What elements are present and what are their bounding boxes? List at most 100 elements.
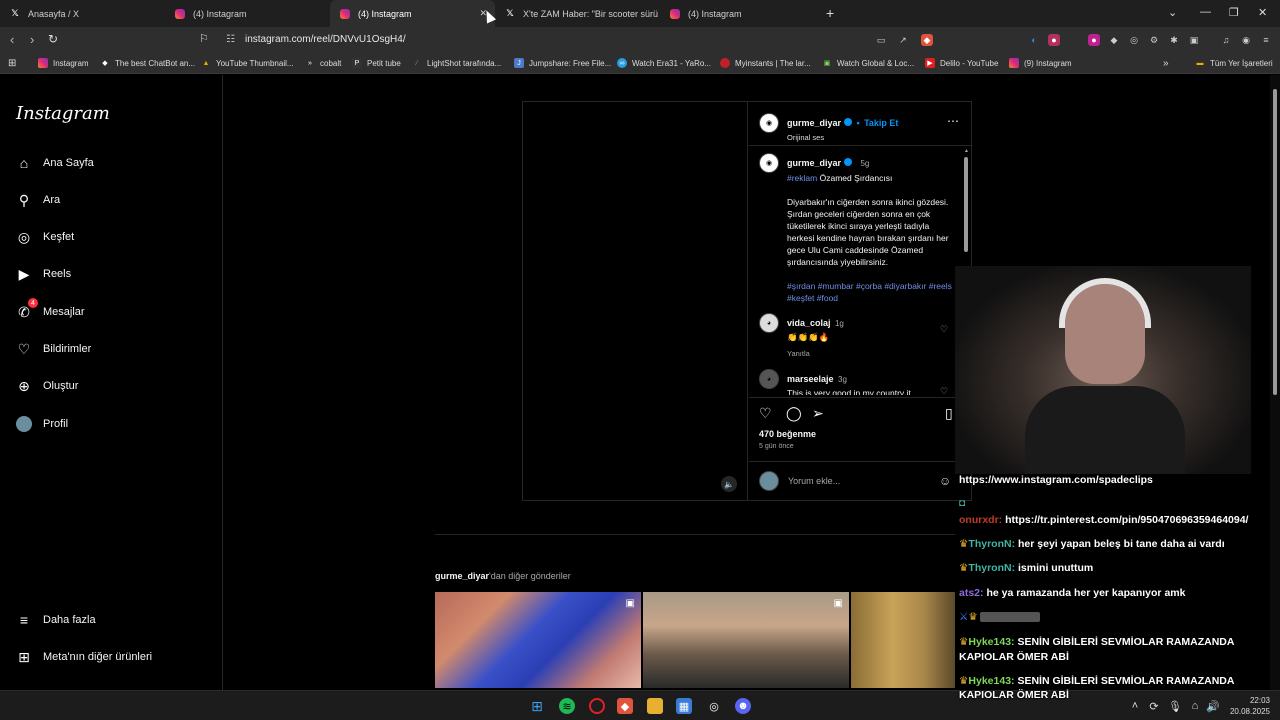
extension-icon[interactable]: ⚙ (1148, 34, 1160, 46)
comment-username[interactable]: marseelaje (787, 374, 834, 384)
comment-input[interactable]: Yorum ekle... (788, 476, 840, 486)
bookmark-icon[interactable]: ⚐ (199, 32, 209, 45)
comment-icon[interactable]: ◯ (786, 405, 802, 422)
close-window-button[interactable]: ✕ (1258, 6, 1267, 19)
author-username[interactable]: gurme_diyar (787, 118, 841, 128)
hashtag-reklam[interactable]: #reklam (787, 173, 817, 183)
reload-button[interactable]: ↻ (48, 32, 58, 46)
apps-icon[interactable]: ⊞ (8, 58, 16, 69)
network-icon[interactable]: ⌂ (1187, 698, 1203, 714)
discord-icon[interactable]: ☻ (735, 698, 751, 714)
bookmark-watch-global[interactable]: ▣ Watch Global & Loc... (822, 58, 914, 68)
sidebar-toggle-icon[interactable]: ▣ (1188, 34, 1200, 46)
bookmark-chatbot[interactable]: ◆ The best ChatBot an... (100, 58, 195, 68)
more-posts-author[interactable]: gurme_diyar (435, 571, 489, 581)
share-icon[interactable]: ➢ (812, 405, 824, 422)
extension-icon[interactable]: ◐ (1028, 34, 1040, 46)
comment-avatar[interactable]: ◕ (759, 369, 779, 389)
nav-search[interactable]: ⚲ Ara (16, 192, 60, 208)
maximize-button[interactable]: ❐ (1229, 6, 1239, 19)
caption-username[interactable]: gurme_diyar (787, 158, 841, 168)
more-bookmarks-icon[interactable]: » (1163, 58, 1169, 69)
bookmark-delilo[interactable]: ▶ Delilo - YouTube (925, 58, 998, 68)
audio-label[interactable]: Orijinal ses (787, 133, 898, 142)
tray-app-icon[interactable]: ⟳ (1146, 698, 1162, 714)
site-info-icon[interactable]: ☷ (226, 34, 235, 45)
author-avatar[interactable]: ◉ (759, 113, 779, 133)
emoji-icon[interactable]: ☺ (939, 474, 951, 488)
tab-search-icon[interactable]: ⌄ (1168, 6, 1177, 19)
comment-like-icon[interactable]: ♡ (940, 386, 948, 397)
folder-icon[interactable] (647, 698, 663, 714)
back-button[interactable]: ‹ (10, 32, 14, 47)
bookmark-jumpshare[interactable]: J Jumpshare: Free File... (514, 58, 611, 68)
nav-more[interactable]: ≡ Daha fazla (16, 612, 96, 628)
tab-x-news[interactable]: 𝕏 X'te ZAM Haber: "Bir scooter sürücüs (495, 0, 660, 27)
instagram-logo[interactable]: Instagram (16, 103, 110, 124)
nav-explore[interactable]: ◎ Keşfet (16, 229, 74, 245)
url-field[interactable]: instagram.com/reel/DNVvU1OsgH4/ (245, 34, 406, 45)
volume-icon[interactable]: 🔊 (1205, 698, 1221, 714)
nav-profile[interactable]: Profil (16, 416, 68, 432)
comment-avatar[interactable]: ◕ (759, 313, 779, 333)
opera-icon[interactable] (589, 698, 605, 714)
nav-home[interactable]: ⌂ Ana Sayfa (16, 155, 94, 171)
extension-icon[interactable]: ◎ (1128, 34, 1140, 46)
vpn-icon[interactable]: ◉ (1240, 34, 1252, 46)
spotify-icon[interactable]: ≋ (559, 698, 575, 714)
music-icon[interactable]: ♫ (1220, 34, 1232, 46)
comment-like-icon[interactable]: ♡ (940, 324, 948, 335)
all-bookmarks[interactable]: ▬ Tüm Yer İşaretleri (1195, 58, 1273, 68)
extension-icon[interactable]: ◆ (1108, 34, 1120, 46)
minimize-button[interactable]: — (1200, 6, 1211, 18)
nav-create[interactable]: ⊕ Oluştur (16, 378, 78, 394)
chat-message: onurxdr: https://tr.pinterest.com/pin/95… (959, 514, 1249, 526)
bookmark-lightshot[interactable]: ⁄ LightShot tarafında... (412, 58, 501, 68)
bookmark-petit-tube[interactable]: P Petit tube (352, 58, 401, 68)
menu-icon[interactable]: ≡ (1260, 34, 1272, 46)
more-post-thumbnail[interactable] (851, 592, 955, 688)
nav-messages[interactable]: ✆ 4 Mesajlar (16, 298, 85, 320)
microphone-icon[interactable]: 🎙 (1167, 698, 1183, 714)
windows-start-icon[interactable]: ⊞ (529, 698, 545, 714)
mute-button[interactable]: 🔈 (721, 476, 737, 492)
more-post-thumbnail[interactable]: ▣ (643, 592, 849, 688)
obs-icon[interactable]: ◎ (706, 698, 722, 714)
like-icon[interactable]: ♡ (759, 405, 772, 422)
new-tab-button[interactable]: + (826, 5, 834, 21)
brave-icon[interactable]: ◆ (617, 698, 633, 714)
caption-hashtags[interactable]: #şırdan #mumbar #çorba #diyarbakır #reel… (787, 280, 955, 304)
nav-reels[interactable]: ▶ Reels (16, 266, 72, 282)
bookmark-era31[interactable]: ∞ Watch Era31 - YaRo... (617, 58, 711, 68)
bookmark-cobalt[interactable]: » cobalt (305, 58, 341, 68)
tray-chevron-icon[interactable]: ˄ (1127, 698, 1143, 714)
share-icon[interactable]: ↗ (897, 34, 909, 46)
photos-icon[interactable]: ▦ (676, 698, 692, 714)
system-clock[interactable]: 22:03 20.08.2025 (1230, 695, 1270, 717)
more-options-icon[interactable]: ⋯ (947, 114, 959, 128)
extension-icon[interactable]: ● (1088, 34, 1100, 46)
save-icon[interactable]: ▯ (945, 405, 953, 422)
more-post-thumbnail[interactable]: ▣ (435, 592, 641, 688)
tab-x-home[interactable]: 𝕏 Anasayfa / X (0, 0, 165, 27)
tab-instagram-1[interactable]: . (4) Instagram (165, 0, 330, 27)
cast-icon[interactable]: ▭ (875, 34, 887, 46)
comment-username[interactable]: vida_colaj (787, 318, 831, 328)
bookmark-instagram-9[interactable]: .(9) Instagram (1009, 58, 1072, 68)
tab-instagram-active[interactable]: . (4) Instagram ✕ (330, 0, 495, 27)
caption-avatar[interactable]: ◉ (759, 153, 779, 173)
like-count[interactable]: 470 beğenme (759, 429, 816, 439)
bookmark-youtube-thumbnail[interactable]: ▲ YouTube Thumbnail... (201, 58, 294, 68)
bookmark-instagram[interactable]: .Instagram (38, 58, 89, 68)
nav-notifications[interactable]: ♡ Bildirimler (16, 341, 92, 357)
follow-button[interactable]: Takip Et (864, 118, 898, 128)
extension-icon[interactable]: ● (1048, 34, 1060, 46)
reel-video[interactable]: 🔈 (523, 102, 748, 500)
nav-meta-products[interactable]: ⊞ Meta'nın diğer ürünleri (16, 649, 152, 665)
bookmark-myinstants[interactable]: Myinstants | The lar... (720, 58, 811, 68)
tab-instagram-3[interactable]: . (4) Instagram (660, 0, 820, 27)
forward-button[interactable]: › (30, 32, 34, 47)
puzzle-icon[interactable]: ✱ (1168, 34, 1180, 46)
brave-shield-icon[interactable]: ◆ (921, 34, 933, 46)
reply-button[interactable]: Yanıtla (787, 349, 947, 358)
